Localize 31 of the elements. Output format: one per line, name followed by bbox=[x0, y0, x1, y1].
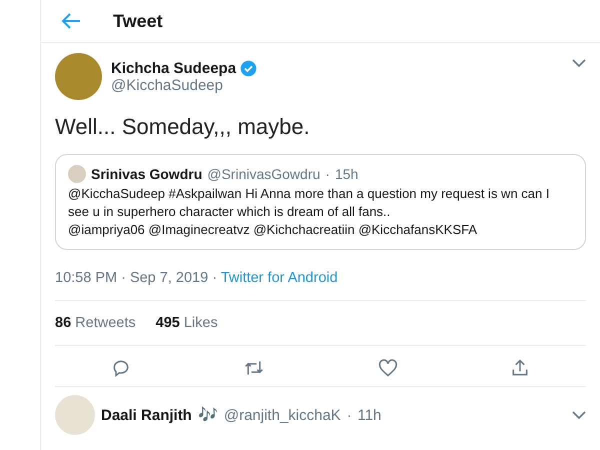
stat-count[interactable]: 495 bbox=[156, 315, 180, 331]
avatar[interactable] bbox=[55, 53, 102, 100]
quote-avatar bbox=[68, 165, 86, 183]
quote-mentions: @iampriya06 @Imaginecreatvz @Kichchacreatiin @KicchafansKKSFA bbox=[68, 221, 478, 239]
separator-dot: · bbox=[325, 165, 330, 183]
quote-author-handle: @SrinivasGowdru bbox=[207, 165, 320, 183]
reply-author-handle[interactable]: @ranjith_kicchaK bbox=[224, 406, 341, 424]
reply-time: 11h bbox=[357, 406, 382, 424]
music-notes-emoji: 🎶 bbox=[198, 406, 218, 425]
reply-icon[interactable] bbox=[111, 358, 132, 378]
separator-dot: · bbox=[212, 270, 218, 286]
quote-text: @KicchaSudeep #Askpailwan Hi Anna more than a question my request is wn can I see u in superhero character which is dream of all fans.. bbox=[68, 185, 550, 221]
chevron-down-icon[interactable] bbox=[572, 410, 586, 420]
author-handle[interactable]: @KicchaSudeep bbox=[111, 76, 258, 94]
share-icon[interactable] bbox=[510, 358, 530, 378]
quote-author-name: Srinivas Gowdru bbox=[91, 165, 202, 183]
quote-time: 15h bbox=[334, 165, 358, 183]
chevron-down-icon[interactable] bbox=[572, 59, 586, 68]
stat-label[interactable]: Likes bbox=[184, 315, 218, 331]
page-title: Tweet bbox=[113, 10, 163, 32]
author-name[interactable]: Kichcha Sudeepa bbox=[111, 60, 236, 76]
stat-label[interactable]: Retweets bbox=[75, 315, 136, 331]
heart-icon[interactable] bbox=[378, 358, 398, 378]
stat-count[interactable]: 86 bbox=[55, 315, 72, 331]
reply-author-name[interactable]: Daali Ranjith bbox=[101, 406, 192, 424]
source-link[interactable]: Twitter for Android bbox=[220, 270, 338, 286]
tweet-text: Well... Someday,,, maybe. bbox=[55, 114, 311, 140]
quoted-tweet[interactable] bbox=[55, 154, 586, 250]
tweet-timestamp: 10:58 PM · Sep 7, 2019 bbox=[55, 270, 208, 286]
back-arrow-icon[interactable] bbox=[61, 12, 81, 30]
separator-dot: · bbox=[346, 407, 352, 423]
